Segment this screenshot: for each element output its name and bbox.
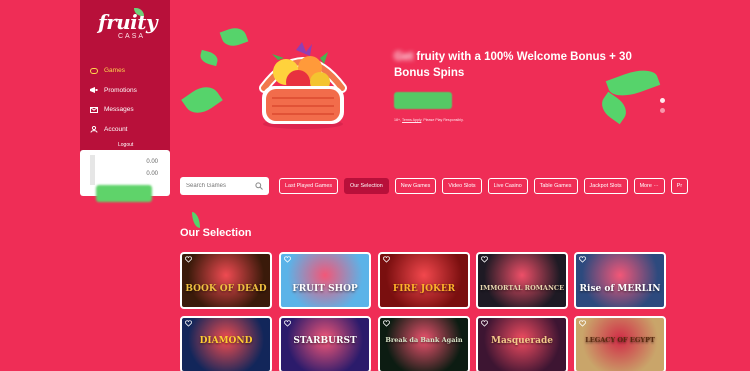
game-title: FRUIT SHOP [292, 284, 358, 294]
sidebar-item-label: Account [104, 125, 128, 133]
hero-headline-blurred: Get [394, 51, 414, 63]
balance-placeholder-bar [90, 155, 95, 185]
megaphone-icon [90, 87, 98, 94]
favorite-heart-icon[interactable] [383, 256, 390, 263]
sidebar-item-label: Messages [104, 106, 134, 114]
section-leaf-icon [192, 212, 200, 228]
terms-text: 18+, Terms Apply. Please Play Responsibl… [394, 118, 464, 122]
hero-headline-text: fruity with a 100% Welcome Bonus + 30 Bo… [394, 51, 632, 79]
filter-promotions-partial[interactable]: Pr [670, 178, 689, 194]
fruity-casa-logo[interactable]: fruity CASA [98, 8, 158, 44]
game-card-fire-joker[interactable]: FIRE JOKER [378, 252, 470, 309]
balance-value: 0.00 [146, 159, 158, 165]
search-icon[interactable] [255, 182, 263, 190]
filter-jackpot-slots[interactable]: Jackpot Slots [583, 178, 628, 194]
game-card-break-da-bank-again[interactable]: Break da Bank Again [378, 316, 470, 371]
sidebar: fruity CASA Games Promotions Messages Ac… [80, 0, 170, 196]
game-card-diamond[interactable]: DIAMOND [180, 316, 272, 371]
hero-cta-button[interactable] [394, 92, 452, 109]
favorite-heart-icon[interactable] [284, 320, 291, 327]
leaf-decoration-icon [219, 24, 249, 50]
favorite-heart-icon[interactable] [579, 256, 586, 263]
game-card-rise-of-merlin[interactable]: Rise of MERLIN [574, 252, 666, 309]
terms-link[interactable]: Terms Apply [402, 118, 421, 122]
game-category-filters: Last Played Games Our Selection New Game… [279, 178, 689, 194]
filter-last-played[interactable]: Last Played Games [279, 178, 339, 194]
terms-prefix: 18+, [394, 118, 403, 122]
game-title: FIRE JOKER [392, 284, 456, 294]
favorite-heart-icon[interactable] [481, 256, 488, 263]
sidebar-item-label: Games [104, 67, 125, 75]
game-title: STARBURST [293, 336, 357, 346]
game-title: Break da Bank Again [385, 336, 463, 344]
bonus-balance-value: 0.00 [146, 171, 158, 177]
user-icon [90, 126, 98, 133]
favorite-heart-icon[interactable] [579, 320, 586, 327]
search-input[interactable] [186, 181, 254, 191]
game-title: Masquerade [490, 336, 553, 346]
filter-our-selection[interactable]: Our Selection [344, 178, 389, 194]
favorite-heart-icon[interactable] [383, 320, 390, 327]
sidebar-nav: Games Promotions Messages Account [90, 61, 137, 139]
game-title: IMMORTAL ROMANCE [479, 284, 565, 292]
filter-live-casino[interactable]: Live Casino [487, 178, 528, 194]
favorite-heart-icon[interactable] [481, 320, 488, 327]
logo-wordmark: fruity [98, 10, 158, 34]
sidebar-item-messages[interactable]: Messages [90, 100, 137, 120]
sidebar-item-account[interactable]: Account [90, 120, 137, 140]
sidebar-item-promotions[interactable]: Promotions [90, 81, 137, 101]
carousel-dot[interactable] [660, 98, 665, 103]
favorite-heart-icon[interactable] [284, 256, 291, 263]
section-title: Our Selection [180, 227, 252, 239]
deposit-button[interactable] [96, 185, 152, 202]
sidebar-item-label: Promotions [104, 86, 137, 94]
logo-subtitle: CASA [118, 33, 146, 40]
logout-link[interactable]: Logout [118, 142, 133, 148]
carousel-dot[interactable] [660, 108, 665, 113]
game-card-fruit-shop[interactable]: FRUIT SHOP [279, 252, 371, 309]
gamepad-icon [90, 67, 98, 74]
filter-video-slots[interactable]: Video Slots [442, 178, 482, 194]
hero-headline: Get fruity with a 100% Welcome Bonus + 3… [394, 49, 654, 81]
favorite-heart-icon[interactable] [185, 256, 192, 263]
leaf-decoration-icon [181, 80, 223, 120]
leaf-decoration-icon [198, 49, 220, 67]
filter-new-games[interactable]: New Games [394, 178, 437, 194]
game-title: LEGACY OF EGYPT [585, 336, 655, 344]
terms-suffix: . Please Play Responsibly. [421, 118, 464, 122]
filter-more[interactable]: More ··· [633, 178, 665, 194]
search-box [180, 177, 269, 195]
envelope-icon [90, 106, 98, 113]
game-title: DIAMOND [199, 336, 253, 346]
fruit-basket-illustration [259, 42, 347, 129]
game-card-immortal-romance[interactable]: IMMORTAL ROMANCE [476, 252, 568, 309]
game-title: Rise of MERLIN [579, 284, 661, 294]
sidebar-item-games[interactable]: Games [90, 61, 137, 81]
game-card-book-of-dead[interactable]: BOOK OF DEAD [180, 252, 272, 309]
game-title: BOOK OF DEAD [185, 284, 267, 294]
game-card-starburst[interactable]: STARBURST [279, 316, 371, 371]
game-card-masquerade[interactable]: Masquerade [476, 316, 568, 371]
filter-table-games[interactable]: Table Games [533, 178, 578, 194]
leaf-decoration-icon [596, 91, 632, 125]
game-card-legacy-of-egypt[interactable]: LEGACY OF EGYPT [574, 316, 666, 371]
favorite-heart-icon[interactable] [185, 320, 192, 327]
